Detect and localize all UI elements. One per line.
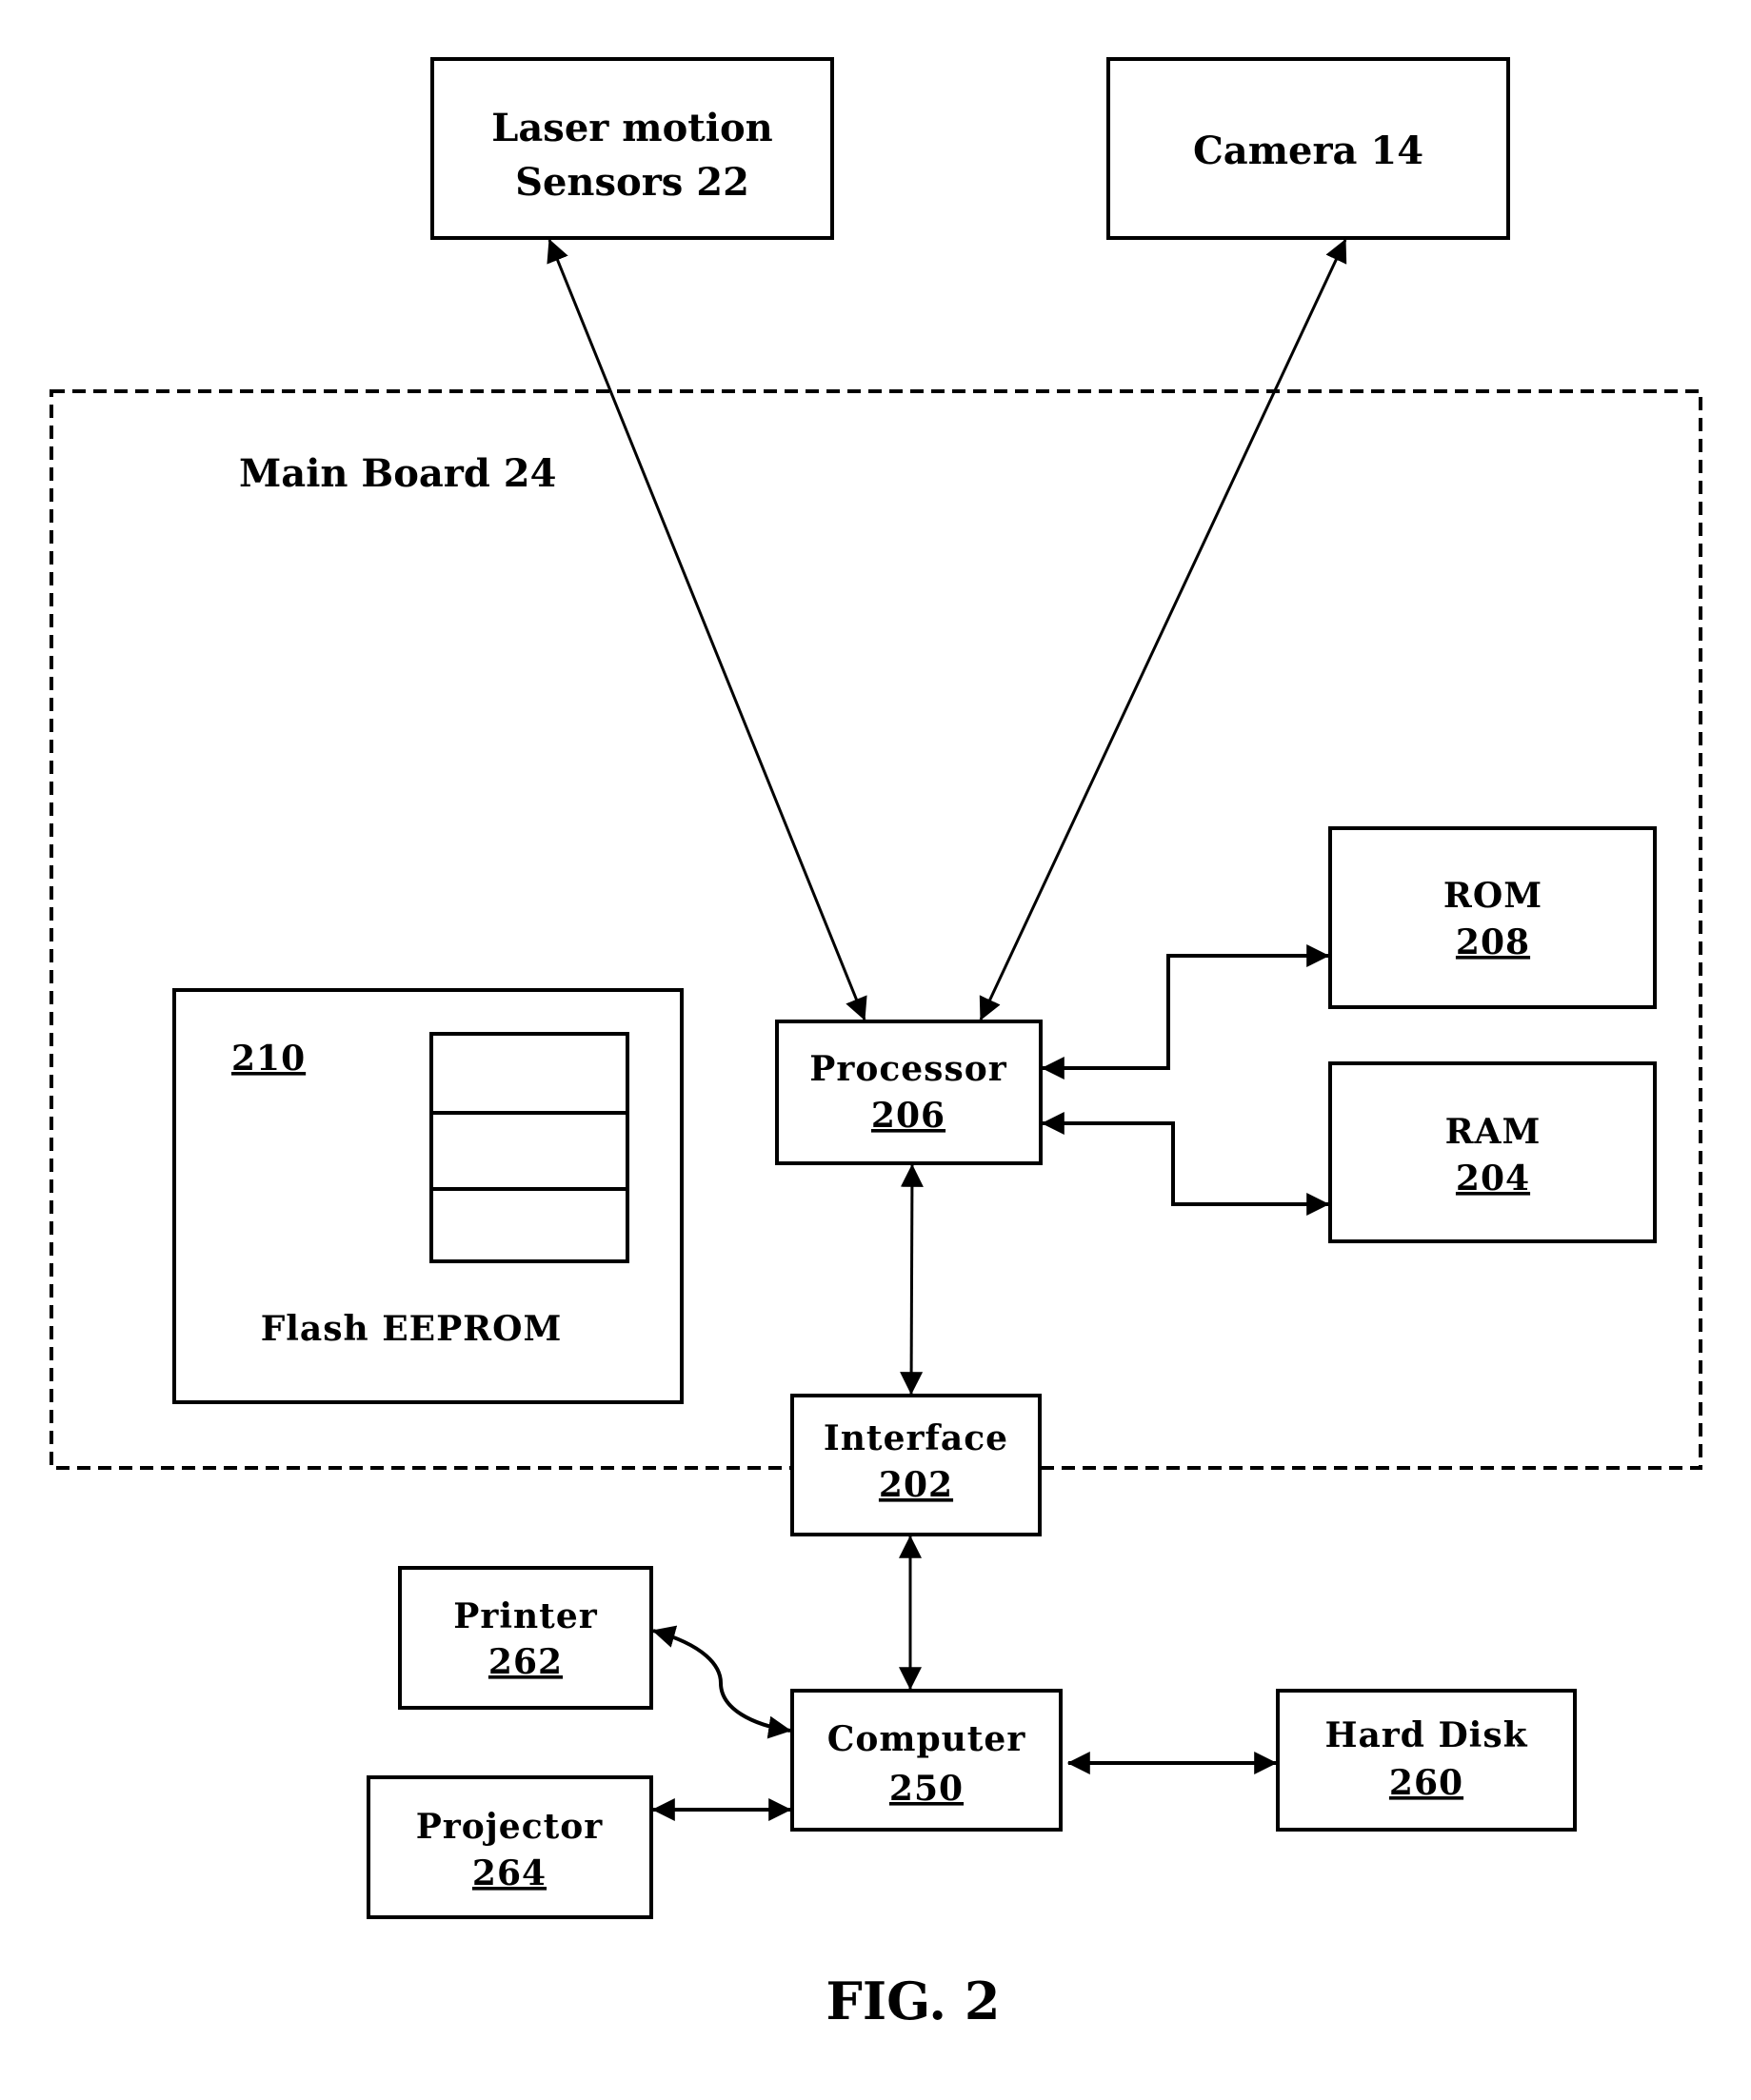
- laser-processor-arrow: [547, 238, 867, 1021]
- laser-sensors-label-line2: Sensors 22: [515, 160, 749, 205]
- camera-label: Camera 14: [1193, 129, 1423, 173]
- block-diagram: Main Board 24 Laser motion Sensors 22 Ca…: [50, 57, 1702, 2031]
- rom-block: ROM 208: [1328, 826, 1657, 1009]
- printer-ref: 262: [488, 1642, 563, 1682]
- flash-ref: 210: [231, 1039, 306, 1079]
- memory-stack: [429, 1032, 629, 1263]
- main-board-label: Main Board 24: [239, 451, 556, 496]
- printer-label: Printer: [453, 1596, 597, 1636]
- ram-label: RAM: [1445, 1112, 1542, 1152]
- laser-sensors-block: Laser motion Sensors 22: [430, 57, 834, 240]
- camera-processor-arrow: [979, 238, 1347, 1021]
- ram-ref: 204: [1456, 1159, 1530, 1199]
- rom-label: ROM: [1443, 876, 1542, 916]
- processor-block: Processor 206: [775, 1020, 1043, 1165]
- projector-label: Projector: [416, 1807, 604, 1847]
- computer-label: Computer: [827, 1719, 1026, 1759]
- hard-disk-ref: 260: [1389, 1763, 1463, 1803]
- computer-ref: 250: [889, 1769, 964, 1809]
- processor-ram-arrow: [1041, 1112, 1330, 1216]
- projector-block: Projector 264: [367, 1775, 653, 1919]
- hard-disk-label: Hard Disk: [1324, 1715, 1527, 1755]
- laser-sensors-label-line1: Laser motion: [491, 106, 772, 150]
- processor-rom-arrow: [1041, 944, 1330, 1080]
- printer-computer-arrow: [651, 1625, 792, 1739]
- processor-label: Processor: [809, 1049, 1006, 1089]
- camera-block: Camera 14: [1106, 57, 1510, 240]
- processor-ref: 206: [871, 1096, 945, 1136]
- rom-ref: 208: [1456, 922, 1530, 962]
- flash-eeprom-block: 210 Flash EEPROM: [172, 988, 684, 1404]
- interface-ref: 202: [879, 1465, 953, 1505]
- processor-interface-arrow: [900, 1163, 924, 1396]
- flash-label: Flash EEPROM: [261, 1309, 563, 1349]
- ram-block: RAM 204: [1328, 1061, 1657, 1243]
- patent-figure: Main Board 24 Laser motion Sensors 22 Ca…: [0, 0, 1751, 2095]
- interface-block: Interface 202: [790, 1394, 1042, 1536]
- projector-ref: 264: [472, 1853, 547, 1893]
- figure-caption: FIG. 2: [826, 1971, 1001, 2031]
- interface-label: Interface: [824, 1418, 1008, 1458]
- computer-block: Computer 250: [790, 1689, 1063, 1832]
- printer-block: Printer 262: [398, 1566, 653, 1710]
- hard-disk-block: Hard Disk 260: [1276, 1689, 1577, 1832]
